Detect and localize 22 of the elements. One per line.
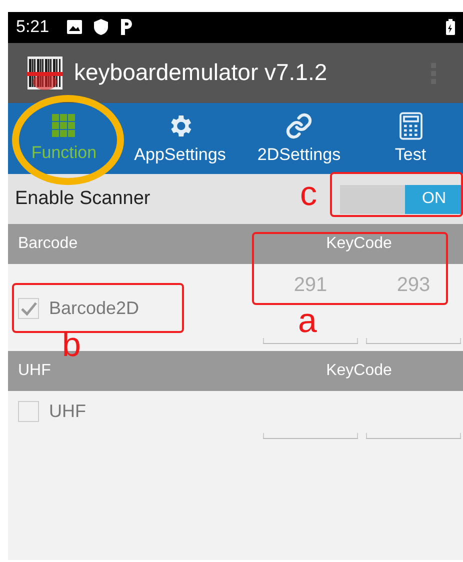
image-icon — [67, 20, 82, 34]
calculator-icon — [398, 112, 422, 140]
barcode-icon — [26, 54, 64, 91]
annotation-letter: a — [298, 304, 317, 338]
app-title: keyboardemulator v7.1.2 — [74, 59, 328, 86]
enable-scanner-label: Enable Scanner — [15, 188, 150, 210]
tab[interactable]: 2DSettings — [240, 102, 358, 174]
checkmark-icon — [20, 302, 36, 316]
section-header: Barcode KeyCode — [8, 224, 463, 264]
parking-icon — [120, 19, 132, 36]
battery-icon — [446, 19, 455, 36]
status-time: 5:21 — [16, 17, 50, 38]
annotation-letter: c — [300, 177, 317, 211]
scanner-switch[interactable]: ON — [340, 184, 463, 214]
tab[interactable]: Function — [8, 102, 120, 174]
tab[interactable]: AppSettings — [120, 102, 240, 174]
checkbox[interactable]: Barcode2D — [8, 264, 255, 320]
shield-icon — [94, 19, 108, 36]
checkbox[interactable]: UHF — [8, 390, 255, 422]
grid-icon — [52, 114, 76, 138]
link-icon — [285, 112, 313, 140]
tab[interactable]: Test — [358, 102, 463, 174]
